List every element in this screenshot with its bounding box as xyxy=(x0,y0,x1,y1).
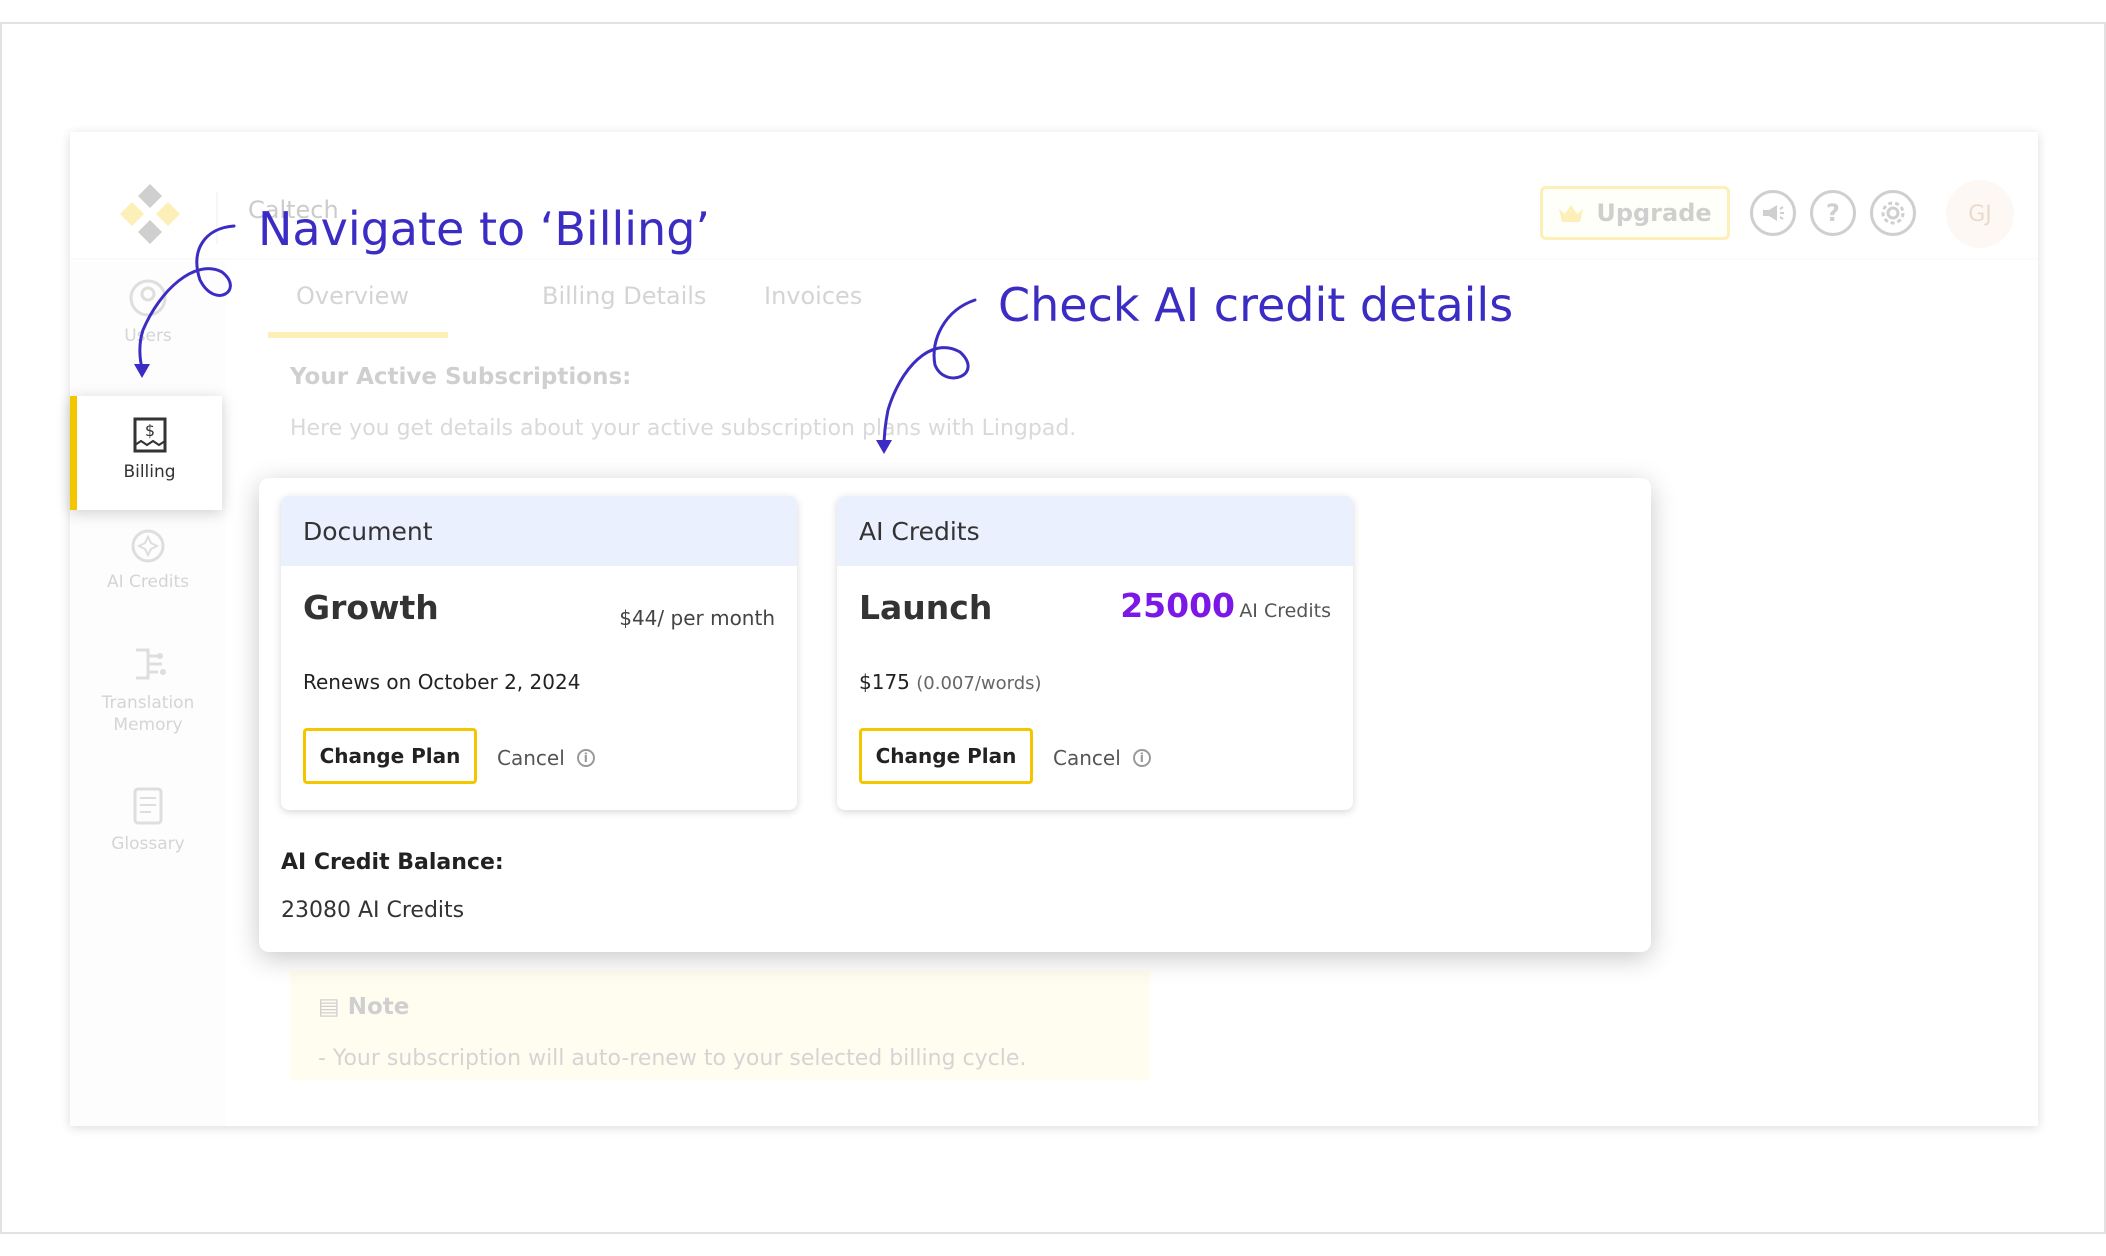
subscription-panel: Document Growth $44/ per month Renews on… xyxy=(259,478,1651,952)
tab-invoices[interactable]: Invoices xyxy=(764,282,862,310)
billing-icon: $ xyxy=(133,417,166,453)
help-icon[interactable]: ? xyxy=(1810,190,1856,236)
calendar-icon: ▤ xyxy=(318,994,340,1020)
active-tab-indicator xyxy=(268,332,448,338)
ai-credit-balance-value: 23080 AI Credits xyxy=(281,898,465,923)
translation-memory-icon xyxy=(136,648,166,680)
ai-credit-balance-label: AI Credit Balance: xyxy=(281,850,504,875)
settings-gear-icon[interactable] xyxy=(1870,190,1916,236)
change-plan-button[interactable]: Change Plan xyxy=(303,728,477,784)
sidebar-item-glossary[interactable]: Glossary xyxy=(70,786,226,854)
sidebar-item-label: AI Credits xyxy=(106,572,190,592)
subscriptions-description: Here you get details about your active s… xyxy=(290,416,1077,441)
tab-billing-details[interactable]: Billing Details xyxy=(542,282,706,310)
sidebar-item-label: Translation Memory xyxy=(101,693,195,735)
price-value: $175 xyxy=(859,670,910,694)
info-icon[interactable]: i xyxy=(1132,749,1151,767)
card-header: Document xyxy=(281,496,797,566)
plan-price: $44/ per month xyxy=(619,606,775,630)
renewal-date: Renews on October 2, 2024 xyxy=(303,670,581,694)
card-header: AI Credits xyxy=(837,496,1353,566)
document-plan-card: Document Growth $44/ per month Renews on… xyxy=(281,496,797,810)
plan-name: Growth xyxy=(303,588,439,627)
cancel-button[interactable]: Cancel i xyxy=(497,746,595,770)
sidebar-item-translation-memory[interactable]: Translation Memory xyxy=(70,644,226,736)
plan-price: $175 (0.007/words) xyxy=(859,670,1042,694)
crown-icon xyxy=(1559,205,1584,222)
user-avatar[interactable]: GJ xyxy=(1946,180,2014,248)
price-detail: (0.007/words) xyxy=(916,673,1042,694)
subscriptions-title: Your Active Subscriptions: xyxy=(290,364,632,390)
sidebar-item-label: Users xyxy=(124,326,172,346)
sidebar-item-billing[interactable]: $ Billing xyxy=(70,396,222,510)
sidebar-item-label: Billing xyxy=(123,462,176,482)
users-icon xyxy=(129,279,167,317)
note-text: - Your subscription will auto-renew to y… xyxy=(318,1046,1027,1071)
cancel-button[interactable]: Cancel i xyxy=(1053,746,1151,770)
brand-divider xyxy=(216,192,218,244)
note-title-text: Note xyxy=(347,994,410,1020)
glossary-icon xyxy=(133,787,163,825)
app-logo xyxy=(120,184,180,244)
annotation-navigate: Navigate to ‘Billing’ xyxy=(258,202,711,256)
ai-credits-icon xyxy=(131,529,165,563)
sidebar-item-ai-credits[interactable]: AI Credits xyxy=(70,528,226,592)
info-icon[interactable]: i xyxy=(576,749,595,767)
svg-text:$: $ xyxy=(144,421,154,440)
ai-credits-plan-card: AI Credits Launch 25000 AI Credits $175 … xyxy=(837,496,1353,810)
sidebar: Users AI Credits Translation Memory Glos… xyxy=(70,262,226,1126)
upgrade-button[interactable]: Upgrade xyxy=(1540,186,1730,240)
change-plan-button[interactable]: Change Plan xyxy=(859,728,1033,784)
announcement-icon[interactable] xyxy=(1750,190,1796,236)
note-box: ▤ Note - Your subscription will auto-ren… xyxy=(290,970,1150,1080)
annotation-check: Check AI credit details xyxy=(998,278,1514,332)
cancel-label: Cancel xyxy=(1053,746,1121,770)
upgrade-label: Upgrade xyxy=(1596,199,1712,227)
plan-name: Launch xyxy=(859,588,993,627)
credits-unit: AI Credits xyxy=(1239,600,1331,622)
cancel-label: Cancel xyxy=(497,746,565,770)
sidebar-item-label: Glossary xyxy=(111,834,185,854)
tab-overview[interactable]: Overview xyxy=(296,282,409,310)
credits-amount: 25000 xyxy=(1120,586,1235,625)
note-title: ▤ Note xyxy=(318,994,409,1020)
sidebar-item-users[interactable]: Users xyxy=(70,278,226,346)
